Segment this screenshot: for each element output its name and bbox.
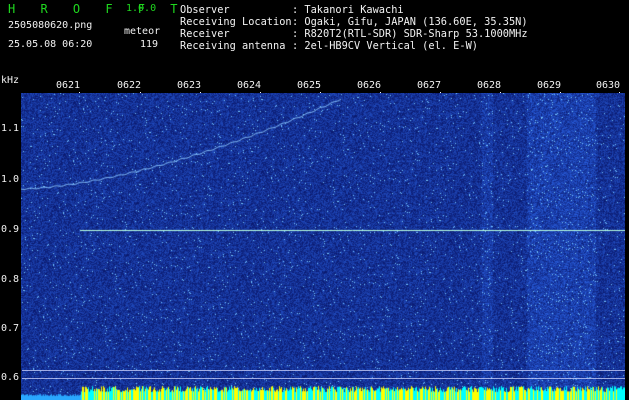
y-tick-label: 0.8 [1,274,20,285]
app-logo: H R O F F T [8,2,187,16]
y-axis-unit: kHz [1,75,20,86]
antenna-label: Receiving antenna [180,40,286,52]
x-tick-label: 0622 [117,80,142,91]
location-value: : Ogaki, Gifu, JAPAN (136.60E, 35.35N) [292,16,528,28]
file-name: 2505080620.png [8,20,93,31]
x-tick-label: 0626 [357,80,382,91]
meteor-count: 119 [140,39,159,50]
header-panel: H R O F F T 1.0.0 2505080620.png 25.05.0… [0,0,629,76]
reference-line [22,370,625,371]
receiver-label: Receiver [180,28,230,40]
y-tick-label: 0.9 [1,224,20,235]
meteor-label: meteor [124,26,161,37]
observer-value: : Takanori Kawachi [292,4,404,16]
spectrogram-canvas [21,93,625,400]
observer-label: Observer [180,4,230,16]
x-tick-label: 0629 [537,80,562,91]
location-label: Receiving Location [180,16,292,28]
x-tick-label: 0621 [56,80,81,91]
x-tick-label: 0630 [596,80,621,91]
file-datetime: 25.05.08 06:20 [8,39,93,50]
x-tick-label: 0627 [417,80,442,91]
x-tick-label: 0623 [177,80,202,91]
receiver-value: : R820T2(RTL-SDR) SDR-Sharp 53.1000MHz [292,28,528,40]
y-tick-label: 0.7 [1,323,20,334]
y-tick-label: 0.6 [1,372,20,383]
y-tick-label: 1.0 [1,174,20,185]
x-tick-label: 0624 [237,80,262,91]
antenna-value: : 2el-HB9CV Vertical (el. E-W) [292,40,478,52]
x-tick-label: 0625 [297,80,322,91]
y-tick-label: 1.1 [1,123,20,134]
reference-line [22,378,625,379]
x-tick-label: 0628 [477,80,502,91]
spectrogram [21,93,625,400]
app-version: 1.0.0 [126,3,157,14]
